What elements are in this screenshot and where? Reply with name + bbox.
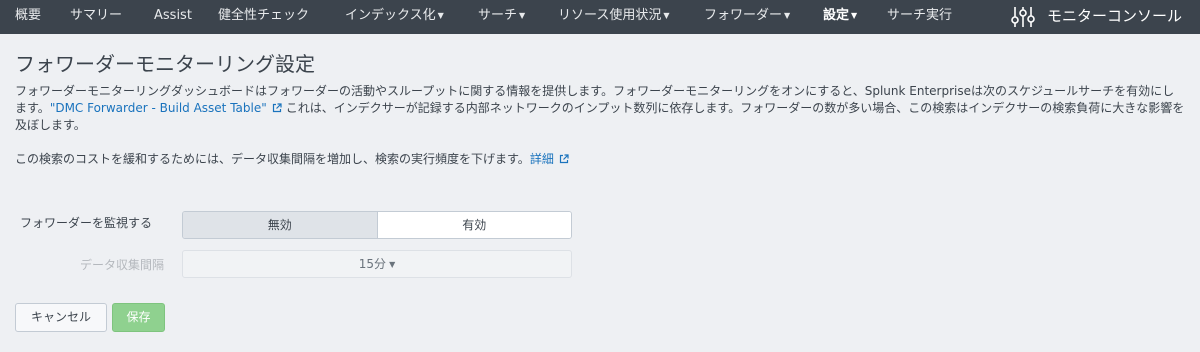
nav-label: 健全性チェック xyxy=(218,8,310,23)
nav-resource-usage-menu[interactable]: リソース使用状況 ▼ xyxy=(558,0,670,34)
nav-label: 概要 xyxy=(15,8,42,23)
monitor-forwarders-label: フォワーダーを監視する xyxy=(20,216,153,230)
description-paragraph: フォワーダーモニターリングダッシュボードはフォワーダーの活動やスループットに関す… xyxy=(15,83,1185,134)
collection-interval-value: 15分 xyxy=(358,257,387,271)
external-link-icon xyxy=(272,103,282,113)
nav-label: インデックス化 xyxy=(345,8,436,23)
nav-label: リソース使用状況 xyxy=(558,8,662,23)
nav-label: 設定 xyxy=(823,8,850,23)
nav-settings-menu[interactable]: 設定 ▼ xyxy=(823,0,857,34)
chevron-down-icon: ▼ xyxy=(784,11,791,20)
nav-search-menu[interactable]: サーチ ▼ xyxy=(478,0,525,34)
sliders-icon xyxy=(1011,7,1035,27)
collection-interval-label: データ収集間隔 xyxy=(79,258,164,272)
nav-summary[interactable]: サマリー xyxy=(70,0,122,34)
chevron-down-icon: ▼ xyxy=(519,11,526,20)
top-nav-bar: 概要 サマリー Assist 健全性チェック インデックス化 ▼ サーチ ▼ リソー… xyxy=(0,0,1200,34)
chevron-down-icon: ▼ xyxy=(437,11,444,20)
nav-run-search[interactable]: サーチ実行 xyxy=(887,0,952,34)
chevron-down-icon: ▼ xyxy=(389,260,396,269)
external-link-icon xyxy=(559,154,569,164)
nav-label: フォワーダー xyxy=(704,8,783,23)
save-button[interactable]: 保存 xyxy=(112,303,165,332)
nav-forwarder-menu[interactable]: フォワーダー ▼ xyxy=(704,0,790,34)
nav-label: サマリー xyxy=(70,8,123,23)
cost-note-paragraph: この検索のコストを緩和するためには、データ収集間隔を増加し、検索の実行頻度を下げ… xyxy=(15,151,1185,168)
chevron-down-icon: ▼ xyxy=(851,11,858,20)
collection-interval-select: 15分 ▼ xyxy=(182,250,572,278)
nav-label: Assist xyxy=(154,8,192,23)
monitor-forwarders-toggle: 無効 有効 xyxy=(182,211,572,239)
nav-overview[interactable]: 概要 xyxy=(15,0,41,34)
nav-health-check[interactable]: 健全性チェック xyxy=(218,0,309,34)
nav-label: サーチ xyxy=(478,8,518,23)
nav-assist[interactable]: Assist xyxy=(154,0,192,34)
cost-note-text: この検索のコストを緩和するためには、データ収集間隔を増加し、検索の実行頻度を下げ… xyxy=(15,152,530,166)
nav-indexing-menu[interactable]: インデックス化 ▼ xyxy=(345,0,444,34)
dmc-forwarder-search-link[interactable]: "DMC Forwarder - Build Asset Table" xyxy=(50,101,267,115)
details-link[interactable]: 詳細 xyxy=(530,152,554,166)
cancel-button[interactable]: キャンセル xyxy=(15,303,107,332)
nav-label: サーチ実行 xyxy=(887,8,953,23)
chevron-down-icon: ▼ xyxy=(663,11,670,20)
toggle-disabled-option[interactable]: 無効 xyxy=(183,212,378,238)
page-title: フォワーダーモニターリング設定 xyxy=(15,52,315,76)
toggle-enabled-option[interactable]: 有効 xyxy=(377,212,571,238)
app-title: モニターコンソール xyxy=(1047,7,1183,25)
